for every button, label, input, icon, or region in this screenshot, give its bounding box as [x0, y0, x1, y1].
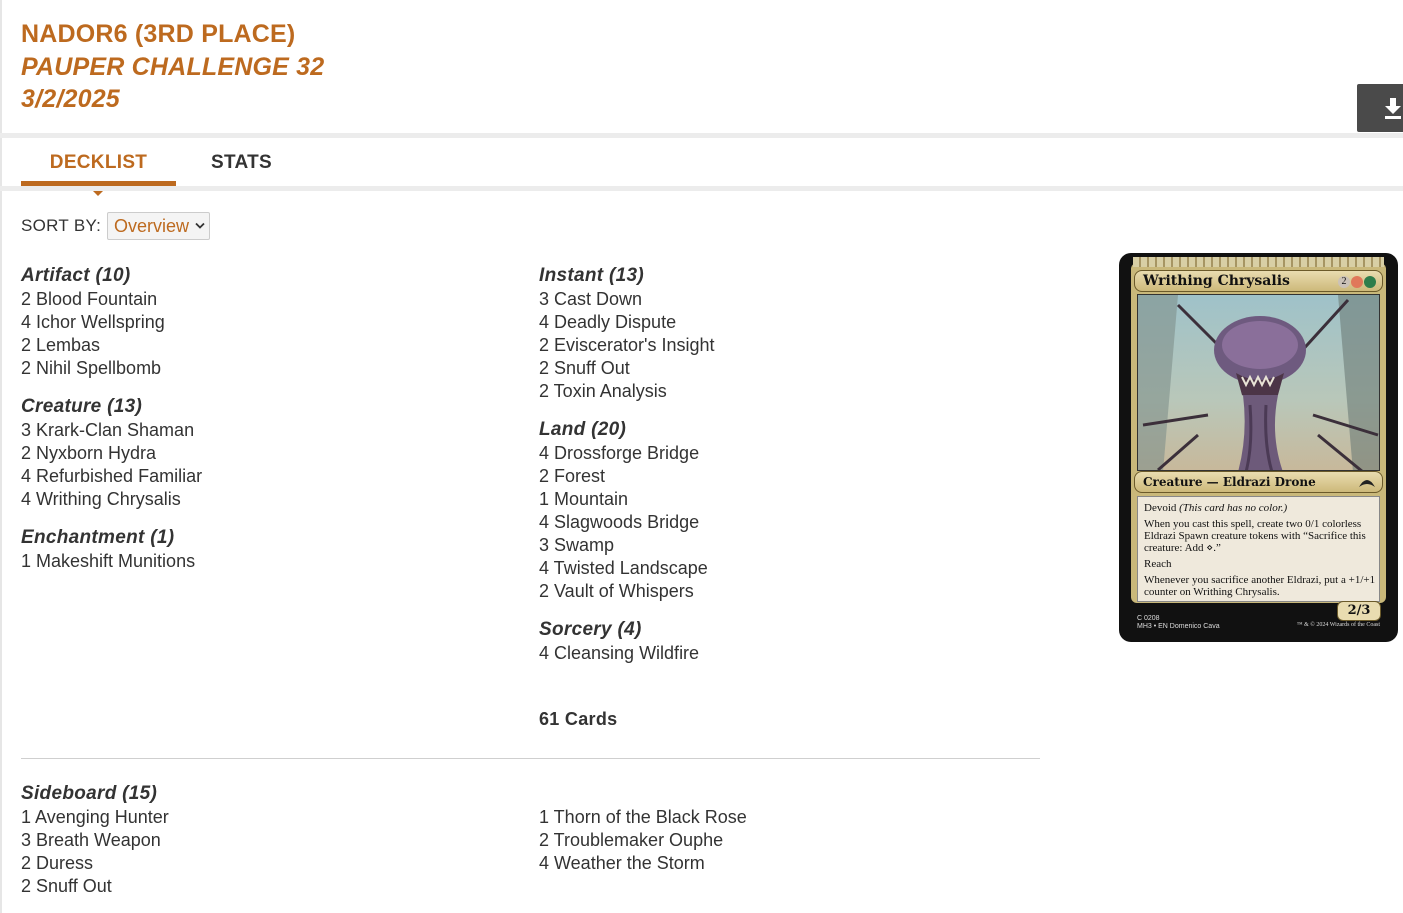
card-entry[interactable]: 2 Blood Fountain: [21, 288, 481, 311]
download-icon: [1385, 98, 1401, 119]
card-group-creature: Creature (13) 3 Krark-Clan Shaman 2 Nyxb…: [21, 395, 481, 511]
sort-selected-value: Overview: [114, 216, 190, 236]
card-entry[interactable]: 2 Nihil Spellbomb: [21, 357, 481, 380]
sideboard-entry[interactable]: 1 Thorn of the Black Rose: [539, 806, 747, 829]
card-entry[interactable]: 3 Cast Down: [539, 288, 999, 311]
sort-label: SORT BY:: [21, 216, 102, 235]
card-entry[interactable]: 1 Makeshift Munitions: [21, 550, 481, 573]
tab-decklist[interactable]: DECKLIST: [21, 152, 176, 174]
decklist-left-column: Artifact (10) 2 Blood Fountain 4 Ichor W…: [21, 264, 481, 588]
event-date: 3/2/2025: [21, 85, 120, 113]
card-rules-box: Devoid (This card has no color.) When yo…: [1137, 496, 1380, 602]
card-collector-number: C 0208: [1137, 615, 1160, 622]
group-title: Enchantment (1): [21, 527, 175, 548]
total-card-count: 61 Cards: [539, 709, 618, 729]
card-keyword: Reach: [1144, 558, 1172, 570]
card-name-bar: Writhing Chrysalis 2: [1134, 270, 1383, 292]
sideboard-title: Sideboard (15): [21, 783, 158, 804]
card-footer-left: C 0208 MH3 • EN Domenico Cava: [1137, 615, 1220, 631]
card-ability: When you cast this spell, create two 0/1…: [1144, 518, 1366, 554]
card-entry[interactable]: 4 Refurbished Familiar: [21, 465, 481, 488]
card-entry[interactable]: 2 Lembas: [21, 334, 481, 357]
green-mana-icon: [1364, 276, 1376, 289]
card-group-artifact: Artifact (10) 2 Blood Fountain 4 Ichor W…: [21, 264, 481, 380]
chevron-down-icon: [195, 222, 205, 229]
card-entry[interactable]: 2 Nyxborn Hydra: [21, 442, 481, 465]
event-name[interactable]: PAUPER CHALLENGE 32: [21, 52, 324, 82]
card-entry[interactable]: 2 Toxin Analysis: [539, 380, 999, 403]
player-name: NADOR6 (3RD PLACE): [21, 20, 296, 48]
card-artwork: [1137, 294, 1380, 471]
card-entry[interactable]: 4 Drossforge Bridge: [539, 442, 999, 465]
decklist-right-column: Instant (13) 3 Cast Down 4 Deadly Disput…: [539, 264, 999, 680]
card-entry[interactable]: 4 Ichor Wellspring: [21, 311, 481, 334]
card-group-instant: Instant (13) 3 Cast Down 4 Deadly Disput…: [539, 264, 999, 403]
sideboard-entry[interactable]: 4 Weather the Storm: [539, 852, 747, 875]
card-entry[interactable]: 2 Forest: [539, 465, 999, 488]
card-power-toughness: 2/3: [1337, 601, 1381, 621]
card-group-sorcery: Sorcery (4) 4 Cleansing Wildfire: [539, 618, 999, 665]
tab-stats[interactable]: STATS: [211, 152, 272, 174]
generic-mana-icon: 2: [1338, 276, 1350, 289]
card-rules-text: Devoid (This card has no color.) When yo…: [1144, 502, 1376, 602]
group-title: Artifact (10): [21, 265, 131, 286]
card-entry[interactable]: 4 Cleansing Wildfire: [539, 642, 999, 665]
card-preview: Writhing Chrysalis 2 Creature — Eldrazi …: [1119, 253, 1398, 642]
card-entry[interactable]: 2 Vault of Whispers: [539, 580, 999, 603]
card-mana-cost: 2: [1337, 274, 1376, 289]
card-reminder-text: (This card has no color.): [1179, 502, 1288, 514]
tab-bar: DECKLIST STATS: [0, 138, 1403, 196]
group-title: Creature (13): [21, 396, 143, 417]
sort-select[interactable]: Overview: [107, 212, 210, 240]
card-entry[interactable]: 4 Deadly Dispute: [539, 311, 999, 334]
sideboard-entry[interactable]: 2 Troublemaker Ouphe: [539, 829, 747, 852]
card-entry[interactable]: 3 Krark-Clan Shaman: [21, 419, 481, 442]
card-type-bar: Creature — Eldrazi Drone: [1134, 471, 1383, 493]
card-group-land: Land (20) 4 Drossforge Bridge 2 Forest 1…: [539, 418, 999, 603]
card-type-line: Creature — Eldrazi Drone: [1143, 475, 1316, 489]
sideboard-entry[interactable]: 3 Breath Weapon: [21, 829, 169, 852]
card-entry[interactable]: 4 Slagwoods Bridge: [539, 511, 999, 534]
card-entry[interactable]: 3 Swamp: [539, 534, 999, 557]
sideboard-entry[interactable]: 1 Avenging Hunter: [21, 806, 169, 829]
group-title: Land (20): [539, 419, 627, 440]
card-entry[interactable]: 2 Eviscerator's Insight: [539, 334, 999, 357]
sideboard-right-column: 1 Thorn of the Black Rose 2 Troublemaker…: [539, 806, 747, 875]
card-group-enchantment: Enchantment (1) 1 Makeshift Munitions: [21, 526, 481, 573]
red-mana-icon: [1351, 276, 1363, 289]
set-symbol-icon: [1359, 480, 1375, 487]
sideboard-entry[interactable]: 2 Snuff Out: [21, 875, 169, 898]
card-ability: Whenever you sacrifice another Eldrazi, …: [1144, 574, 1376, 598]
card-set-artist: MH3 • EN Domenico Cava: [1137, 623, 1220, 630]
sideboard-entry[interactable]: 2 Duress: [21, 852, 169, 875]
group-title: Instant (13): [539, 265, 644, 286]
card-name: Writhing Chrysalis: [1143, 273, 1290, 289]
card-entry[interactable]: 4 Writhing Chrysalis: [21, 488, 481, 511]
card-top-decoration: [1133, 257, 1384, 267]
tabs-divider: [0, 186, 1403, 191]
download-button[interactable]: [1357, 84, 1403, 132]
sideboard-left-column: Sideboard (15) 1 Avenging Hunter 3 Breat…: [21, 782, 169, 898]
card-entry[interactable]: 4 Twisted Landscape: [539, 557, 999, 580]
sideboard-divider: [21, 758, 1040, 759]
card-entry[interactable]: 1 Mountain: [539, 488, 999, 511]
card-keyword: Devoid: [1144, 502, 1177, 514]
group-title: Sorcery (4): [539, 619, 642, 640]
deck-header: NADOR6 (3RD PLACE) PAUPER CHALLENGE 32 3…: [0, 0, 1403, 133]
card-entry[interactable]: 2 Snuff Out: [539, 357, 999, 380]
card-copyright: ™ & © 2024 Wizards of the Coast: [1296, 622, 1380, 628]
